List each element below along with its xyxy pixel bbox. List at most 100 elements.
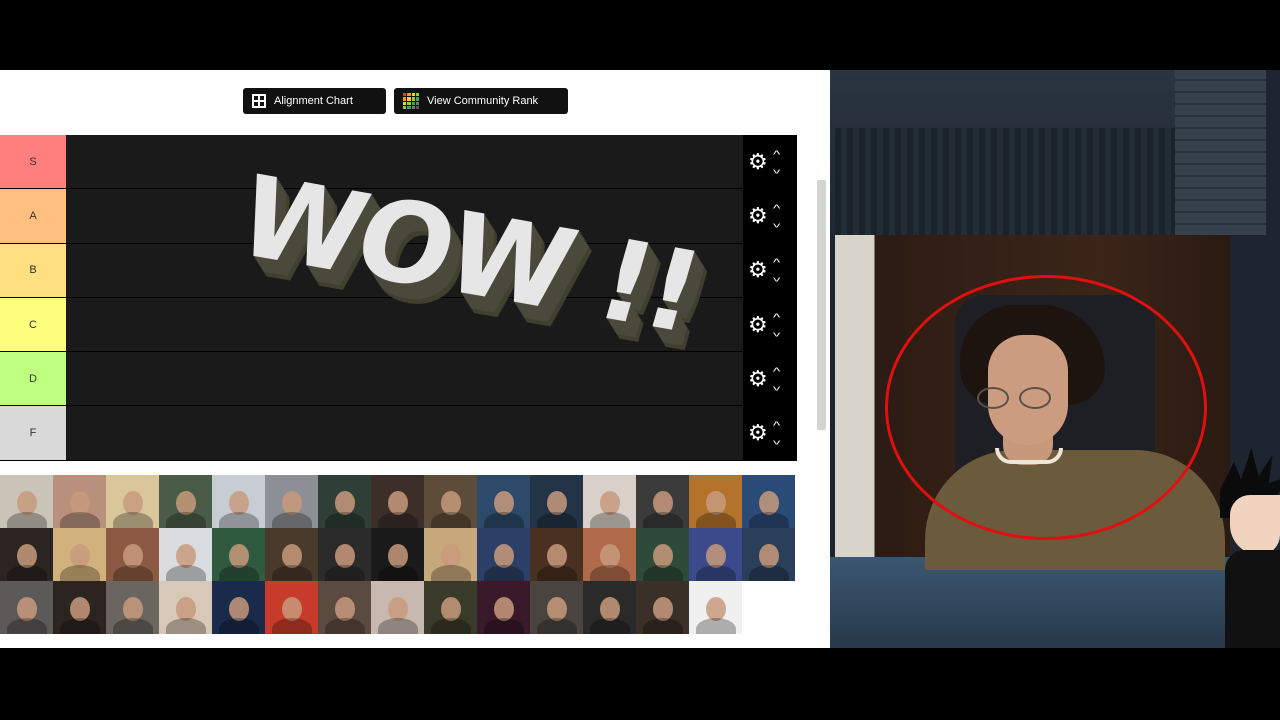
pool-row [0, 581, 797, 634]
tier-label[interactable]: S [0, 135, 66, 189]
view-community-rank-button[interactable]: View Community Rank [394, 88, 568, 114]
character-thumbnail[interactable] [742, 475, 795, 528]
character-thumbnail[interactable] [265, 475, 318, 528]
tier-drop-zone[interactable] [66, 135, 743, 189]
character-thumbnail[interactable] [742, 528, 795, 581]
character-thumbnail[interactable] [477, 581, 530, 634]
gear-icon[interactable]: ⚙ [748, 150, 768, 173]
character-thumbnail[interactable] [477, 475, 530, 528]
character-thumbnail[interactable] [424, 528, 477, 581]
chevron-down-icon[interactable]: ^ [773, 326, 780, 338]
thumbnail-body [642, 618, 683, 634]
character-thumbnail[interactable] [53, 528, 106, 581]
thumbnail-body [589, 565, 630, 581]
character-thumbnail[interactable] [212, 475, 265, 528]
gear-icon[interactable]: ⚙ [748, 204, 768, 227]
character-thumbnail[interactable] [530, 581, 583, 634]
character-thumbnail[interactable] [477, 528, 530, 581]
tier-row-a: A ⚙ ^ ^ [0, 189, 797, 244]
tier-controls: ⚙ ^ ^ [743, 189, 797, 243]
tier-controls: ⚙ ^ ^ [743, 406, 797, 460]
thumbnail-body [271, 618, 312, 634]
character-thumbnail[interactable] [212, 528, 265, 581]
character-thumbnail[interactable] [583, 581, 636, 634]
chevron-down-icon[interactable]: ^ [773, 163, 780, 175]
tier-controls: ⚙ ^ ^ [743, 352, 797, 406]
character-thumbnail[interactable] [159, 475, 212, 528]
gear-icon[interactable]: ⚙ [748, 259, 768, 281]
chevron-up-icon[interactable]: ^ [773, 312, 780, 323]
chevron-down-icon[interactable]: ^ [773, 380, 780, 392]
character-thumbnail[interactable] [106, 475, 159, 528]
character-thumbnail[interactable] [106, 528, 159, 581]
character-thumbnail[interactable] [265, 581, 318, 634]
chevron-up-icon[interactable]: ^ [773, 149, 780, 160]
character-thumbnail[interactable] [0, 581, 53, 634]
gear-icon[interactable]: ⚙ [748, 313, 768, 336]
character-thumbnail[interactable] [159, 528, 212, 581]
character-thumbnail[interactable] [318, 581, 371, 634]
tier-label[interactable]: A [0, 189, 66, 243]
reorder-arrows: ^ ^ [773, 366, 780, 392]
character-thumbnail[interactable] [583, 528, 636, 581]
character-thumbnail[interactable] [371, 581, 424, 634]
character-thumbnail[interactable] [371, 528, 424, 581]
alignment-chart-button[interactable]: Alignment Chart [243, 88, 386, 114]
chevron-down-icon[interactable]: ^ [773, 271, 780, 283]
page-scrollbar[interactable] [817, 180, 826, 430]
character-thumbnail[interactable] [212, 581, 265, 634]
character-thumbnail[interactable] [636, 581, 689, 634]
character-thumbnail[interactable] [530, 528, 583, 581]
character-thumbnail[interactable] [583, 475, 636, 528]
chevron-up-icon[interactable]: ^ [773, 258, 780, 269]
character-thumbnail[interactable] [689, 528, 742, 581]
reorder-arrows: ^ ^ [773, 203, 780, 229]
character-thumbnail[interactable] [0, 528, 53, 581]
tier-drop-zone[interactable] [66, 189, 743, 243]
tier-drop-zone[interactable] [66, 297, 743, 352]
thumbnail-body [271, 512, 312, 528]
character-pool [0, 475, 797, 634]
character-thumbnail[interactable] [424, 475, 477, 528]
character-thumbnail[interactable] [689, 475, 742, 528]
screen: Alignment Chart View Community Rank S ⚙ ^ ^… [0, 0, 1280, 720]
character-thumbnail[interactable] [106, 581, 159, 634]
character-thumbnail[interactable] [265, 528, 318, 581]
chevron-up-icon[interactable]: ^ [773, 421, 780, 432]
tier-label[interactable]: F [0, 406, 66, 460]
character-thumbnail[interactable] [53, 475, 106, 528]
thumbnail-body [112, 618, 153, 634]
tier-label[interactable]: B [0, 243, 66, 297]
tier-controls: ⚙ ^ ^ [743, 135, 797, 189]
chevron-up-icon[interactable]: ^ [773, 203, 780, 214]
thumbnail-body [483, 618, 524, 634]
gear-icon[interactable]: ⚙ [748, 367, 768, 390]
character-thumbnail[interactable] [318, 475, 371, 528]
chevron-up-icon[interactable]: ^ [773, 366, 780, 377]
character-thumbnail[interactable] [636, 528, 689, 581]
gear-icon[interactable]: ⚙ [748, 422, 768, 444]
tier-drop-zone[interactable] [66, 352, 743, 406]
thumbnail-body [112, 565, 153, 581]
thumbnail-body [324, 512, 365, 528]
character-thumbnail[interactable] [159, 581, 212, 634]
reorder-arrows: ^ ^ [773, 258, 780, 284]
character-thumbnail[interactable] [318, 528, 371, 581]
tier-label[interactable]: C [0, 297, 66, 352]
character-thumbnail[interactable] [530, 475, 583, 528]
character-thumbnail[interactable] [424, 581, 477, 634]
thumbnail-body [642, 565, 683, 581]
tier-drop-zone[interactable] [66, 243, 743, 297]
character-thumbnail[interactable] [53, 581, 106, 634]
character-thumbnail[interactable] [371, 475, 424, 528]
character-thumbnail[interactable] [636, 475, 689, 528]
chevron-down-icon[interactable]: ^ [773, 434, 780, 446]
thumbnail-body [483, 565, 524, 581]
tier-table: S ⚙ ^ ^ A ⚙ ^ ^ B ⚙ ^ ^ C ⚙ ^ ^ D ⚙ ^ ^ F ⚙ ^ ^ [0, 135, 797, 461]
chevron-down-icon[interactable]: ^ [773, 217, 780, 229]
character-thumbnail[interactable] [689, 581, 742, 634]
character-thumbnail[interactable] [0, 475, 53, 528]
tier-drop-zone[interactable] [66, 406, 743, 460]
tier-label[interactable]: D [0, 352, 66, 406]
thumbnail-body [430, 565, 471, 581]
